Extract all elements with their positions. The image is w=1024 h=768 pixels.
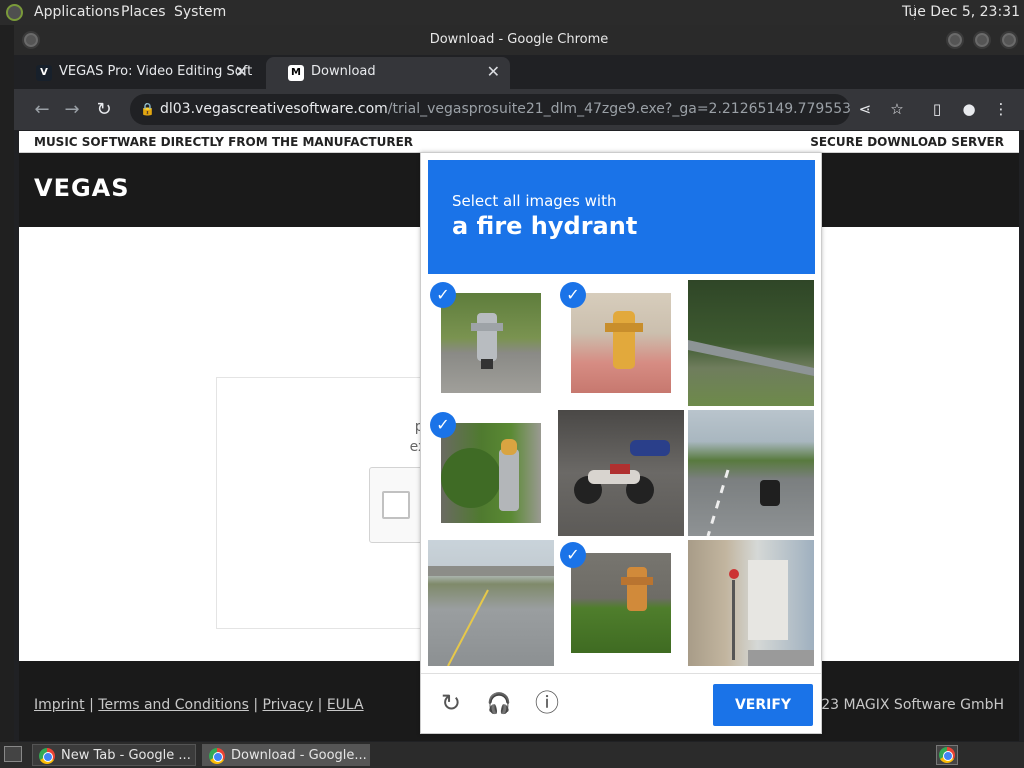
recaptcha-checkbox[interactable] xyxy=(382,491,410,519)
selected-checkmark-icon: ✓ xyxy=(560,282,586,308)
tab-vegas-pro[interactable]: V VEGAS Pro: Video Editing Soft ✕ xyxy=(14,57,258,89)
chrome-icon xyxy=(209,748,225,764)
captcha-tile-street-buildings[interactable] xyxy=(688,540,814,666)
captcha-tile-hydrant-orange-grass[interactable]: ✓ xyxy=(558,540,684,666)
chrome-menu-icon[interactable]: ⋮ xyxy=(990,98,1012,120)
instruction-target: a fire hydrant xyxy=(452,212,638,240)
chrome-icon xyxy=(39,748,55,764)
reload-icon[interactable]: ↻ xyxy=(92,98,116,122)
maximize-button[interactable] xyxy=(973,31,991,49)
captcha-tile-hydrant-yellow-grey-bush[interactable]: ✓ xyxy=(428,410,554,536)
magix-favicon-icon: M xyxy=(288,65,304,81)
selected-checkmark-icon: ✓ xyxy=(430,412,456,438)
bookmark-star-icon[interactable]: ☆ xyxy=(886,98,908,120)
captcha-tile-hydrant-yellow-sidewalk[interactable]: ✓ xyxy=(558,280,684,406)
captcha-tile-roadside-guardrail[interactable] xyxy=(688,280,814,406)
selected-checkmark-icon: ✓ xyxy=(430,282,456,308)
back-arrow-icon[interactable]: ← xyxy=(30,98,54,122)
tab-label: VEGAS Pro: Video Editing Soft xyxy=(59,64,253,79)
tab-download[interactable]: M Download ✕ xyxy=(266,57,510,89)
secure-server-label: SECURE DOWNLOAD SERVER xyxy=(810,135,1004,149)
imprint-link[interactable]: Imprint xyxy=(34,697,85,713)
window-title: Download - Google Chrome xyxy=(429,32,609,47)
menu-places[interactable]: Places xyxy=(121,4,166,20)
page-top-bar: MUSIC SOFTWARE DIRECTLY FROM THE MANUFAC… xyxy=(19,131,1019,153)
minimize-button[interactable] xyxy=(946,31,964,49)
menu-system[interactable]: System xyxy=(174,4,226,20)
show-desktop-icon[interactable] xyxy=(4,746,22,762)
window-menu-button[interactable] xyxy=(22,31,40,49)
forward-arrow-icon[interactable]: → xyxy=(60,98,84,122)
taskbar-label: Download - Google... xyxy=(231,748,367,763)
url-path: /trial_vegasprosuite21_dlm_47zge9.exe?_g… xyxy=(387,101,850,117)
profile-avatar-icon[interactable]: ● xyxy=(958,98,980,120)
tray-chrome-button[interactable] xyxy=(936,745,958,765)
chrome-icon xyxy=(939,747,955,763)
share-icon[interactable]: ⋖ xyxy=(854,98,876,120)
captcha-footer-divider xyxy=(421,673,821,674)
captcha-tile-road-bridge[interactable] xyxy=(428,540,554,666)
vegas-logo[interactable]: VEGAS xyxy=(34,174,130,202)
address-bar[interactable]: 🔒 dl03.vegascreativesoftware.com/trial_v… xyxy=(130,94,850,125)
taskbar-item-download[interactable]: Download - Google... xyxy=(202,744,370,766)
lock-icon[interactable]: 🔒 xyxy=(140,94,155,125)
challenge-instructions: Select all images with a fire hydrant xyxy=(428,160,815,274)
reload-challenge-icon[interactable]: ↻ xyxy=(436,688,466,718)
taskbar-item-new-tab[interactable]: New Tab - Google ... xyxy=(32,744,196,766)
vegas-favicon-icon: V xyxy=(36,65,52,81)
captcha-tile-hydrant-grey-curb[interactable]: ✓ xyxy=(428,280,554,406)
url-host: dl03.vegascreativesoftware.com xyxy=(160,101,388,117)
tab-close-icon[interactable]: ✕ xyxy=(235,57,248,87)
recaptcha-challenge: Select all images with a fire hydrant ✓ … xyxy=(420,152,822,734)
copyright: - 2023 MAGIX Software GmbH xyxy=(793,697,1004,713)
taskbar-label: New Tab - Google ... xyxy=(61,748,191,763)
instruction-small: Select all images with xyxy=(452,192,617,210)
menu-applications[interactable]: Applications xyxy=(34,4,120,20)
selected-checkmark-icon: ✓ xyxy=(560,542,586,568)
captcha-tile-motorcycles[interactable] xyxy=(558,410,684,536)
verify-button[interactable]: VERIFY xyxy=(713,684,813,726)
audio-challenge-icon[interactable]: 🎧 xyxy=(484,688,514,718)
clock[interactable]: Tue Dec 5, 23:31 xyxy=(902,4,1020,20)
terms-link[interactable]: Terms and Conditions xyxy=(98,697,249,713)
browser-toolbar: ← → ↻ 🔒 dl03.vegascreativesoftware.com/t… xyxy=(14,89,1024,130)
footer-links: Imprint | Terms and Conditions | Privacy… xyxy=(34,697,364,713)
captcha-tile-motorcycle-on-road[interactable] xyxy=(688,410,814,536)
desktop-background xyxy=(0,25,14,742)
top-panel: Applications Places System Tue Dec 5, 23… xyxy=(0,0,1024,25)
tagline: MUSIC SOFTWARE DIRECTLY FROM THE MANUFAC… xyxy=(34,135,414,149)
close-window-button[interactable] xyxy=(1000,31,1018,49)
window-titlebar[interactable]: Download - Google Chrome xyxy=(14,25,1024,55)
tab-close-icon[interactable]: ✕ xyxy=(487,57,500,87)
tab-strip: V VEGAS Pro: Video Editing Soft ✕ M Down… xyxy=(14,55,1024,112)
info-icon[interactable]: ⓘ xyxy=(532,688,562,718)
taskbar: New Tab - Google ... Download - Google..… xyxy=(0,742,1024,768)
eula-link[interactable]: EULA xyxy=(327,697,364,713)
privacy-link[interactable]: Privacy xyxy=(263,697,314,713)
side-panel-icon[interactable]: ▯ xyxy=(926,98,948,120)
distro-logo-icon[interactable] xyxy=(6,4,23,21)
tab-label: Download xyxy=(311,64,376,79)
